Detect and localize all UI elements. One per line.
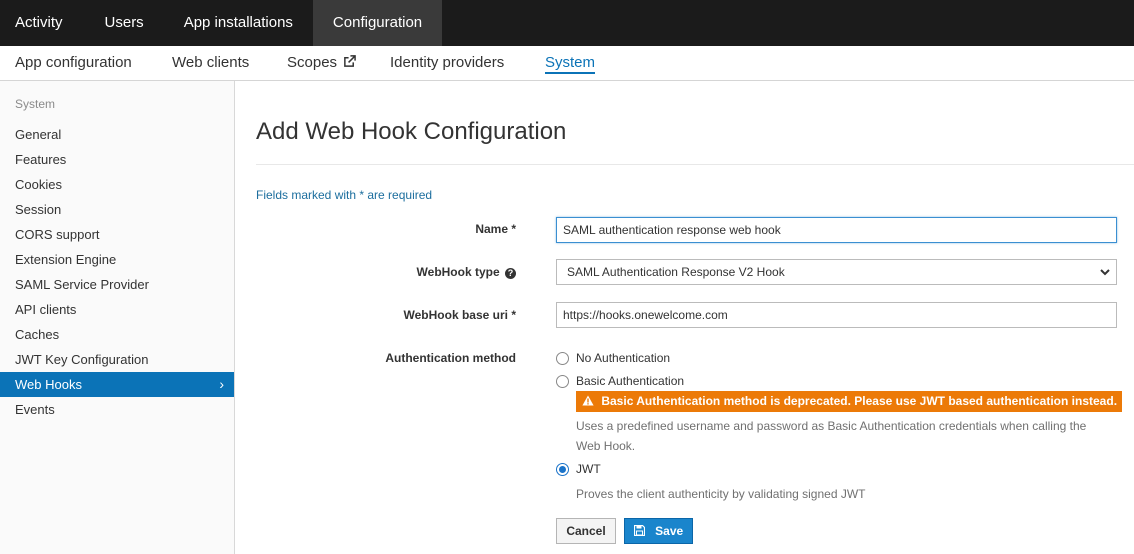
jwt-description: Proves the client authenticity by valida… [576, 487, 866, 501]
floppy-disk-icon [633, 525, 645, 536]
radio-jwt[interactable]: JWT [556, 462, 601, 476]
base-uri-label: WebHook base uri * [403, 308, 516, 322]
save-button[interactable]: Save [624, 518, 693, 544]
tab-activity[interactable]: Activity [0, 0, 85, 46]
sidebar-item-saml-service-provider[interactable]: SAML Service Provider [0, 272, 234, 297]
radio-label: Basic Authentication [576, 374, 685, 388]
sidebar-item-session[interactable]: Session [0, 197, 234, 222]
sidebar-item-label: Web Hooks [15, 377, 82, 392]
sidebar-item-jwt-key-configuration[interactable]: JWT Key Configuration [0, 347, 234, 372]
sidebar-item-extension-engine[interactable]: Extension Engine [0, 247, 234, 272]
radio-label: No Authentication [576, 351, 671, 365]
chevron-right-icon: › [219, 376, 224, 392]
sidebar-section-title: System [15, 97, 56, 111]
radio-button[interactable] [556, 351, 569, 365]
top-navigation: Activity Users App installations Configu… [0, 0, 1134, 46]
cancel-button[interactable]: Cancel [556, 518, 616, 544]
sidebar-item-caches[interactable]: Caches [0, 322, 234, 347]
sidebar-item-features[interactable]: Features [0, 147, 234, 172]
sidebar-item-api-clients[interactable]: API clients [0, 297, 234, 322]
warning-triangle-icon [582, 395, 594, 406]
warning-text: Basic Authentication method is deprecate… [601, 394, 1118, 408]
save-button-label: Save [655, 524, 684, 538]
subnav-scopes-label: Scopes [287, 54, 338, 71]
radio-label: JWT [576, 462, 601, 476]
title-divider [256, 164, 1134, 165]
page-title: Add Web Hook Configuration [256, 118, 567, 145]
basic-auth-description-line: Web Hook. [576, 439, 636, 453]
sidebar: System General Features Cookies Session … [0, 81, 235, 554]
auth-method-label: Authentication method [385, 351, 516, 365]
webhook-type-label-text: WebHook type [416, 265, 500, 279]
sub-navigation: App configuration Web clients Scopes Ide… [0, 46, 1134, 81]
subnav-web-clients[interactable]: Web clients [172, 54, 249, 74]
sidebar-item-cors-support[interactable]: CORS support [0, 222, 234, 247]
sidebar-item-cookies[interactable]: Cookies [0, 172, 234, 197]
required-fields-note: Fields marked with * are required [256, 188, 433, 202]
webhook-type-selected-value: SAML Authentication Response V2 Hook [567, 265, 785, 279]
tab-users[interactable]: Users [85, 0, 164, 46]
webhook-type-label: WebHook type ? [417, 265, 516, 279]
subnav-scopes[interactable]: Scopes [287, 54, 357, 74]
basic-auth-description: Uses a predefined username and password … [576, 416, 1086, 456]
external-link-icon [344, 55, 357, 67]
subnav-identity-providers[interactable]: Identity providers [390, 54, 504, 74]
help-circle-icon[interactable]: ? [505, 268, 516, 279]
radio-button[interactable] [556, 462, 569, 476]
webhook-type-select[interactable]: SAML Authentication Response V2 Hook [556, 259, 1117, 285]
sidebar-item-events[interactable]: Events [0, 397, 234, 422]
tab-app-installations[interactable]: App installations [164, 0, 313, 46]
base-uri-input[interactable] [556, 302, 1117, 328]
name-input[interactable] [556, 217, 1117, 243]
radio-no-authentication[interactable]: No Authentication [556, 351, 670, 365]
subnav-system[interactable]: System [545, 54, 596, 74]
radio-button[interactable] [556, 374, 569, 388]
chevron-down-icon [1100, 269, 1110, 276]
basic-auth-description-line: Uses a predefined username and password … [576, 419, 1087, 433]
deprecation-warning-banner: Basic Authentication method is deprecate… [576, 391, 1122, 412]
name-label: Name * [475, 222, 516, 236]
sidebar-item-general[interactable]: General [0, 122, 234, 147]
sidebar-item-web-hooks[interactable]: Web Hooks › [0, 372, 234, 397]
subnav-app-configuration[interactable]: App configuration [15, 54, 132, 74]
radio-basic-authentication[interactable]: Basic Authentication [556, 374, 684, 388]
tab-configuration[interactable]: Configuration [312, 0, 443, 46]
